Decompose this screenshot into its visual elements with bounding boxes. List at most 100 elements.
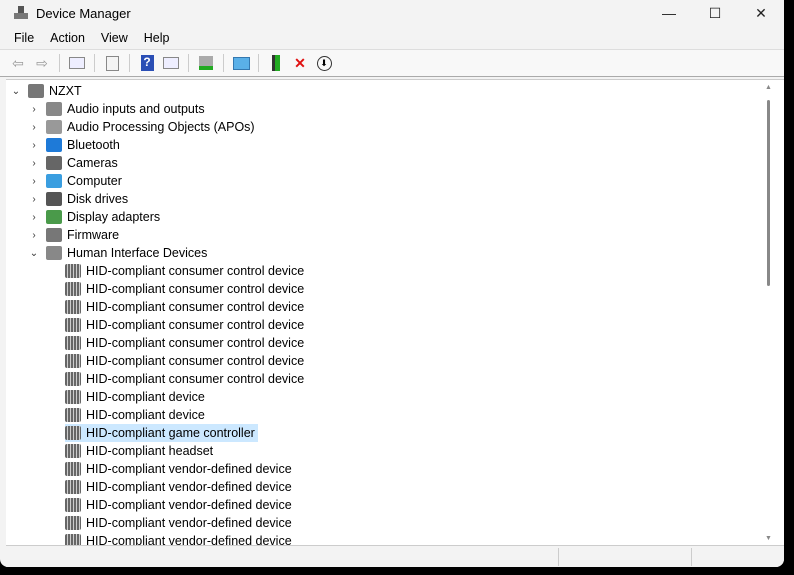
maximize-button[interactable]: ☐	[692, 0, 738, 26]
tree-category-firmware[interactable]: › Firmware	[28, 226, 119, 244]
tree-device-item[interactable]: HID-compliant vendor-defined device	[65, 496, 292, 514]
category-label: Computer	[67, 174, 122, 188]
hid-device-icon	[65, 372, 81, 386]
tree-device-item[interactable]: HID-compliant vendor-defined device	[65, 478, 292, 496]
hid-device-icon	[65, 300, 81, 314]
status-pane	[558, 548, 559, 566]
separator	[59, 54, 60, 72]
scan-hardware-button[interactable]	[231, 53, 251, 73]
hid-device-icon	[65, 390, 81, 404]
enable-device-icon	[272, 55, 280, 71]
menu-file[interactable]: File	[6, 31, 42, 45]
tree-device-item[interactable]: HID-compliant vendor-defined device	[65, 514, 292, 532]
disable-device-button[interactable]: ⬇	[314, 53, 334, 73]
tree-device-item[interactable]: HID-compliant consumer control device	[65, 298, 304, 316]
separator	[129, 54, 130, 72]
toolbar: ⇦ ⇨ ? ✕ ⬇	[0, 50, 784, 77]
properties-icon	[105, 55, 119, 71]
forward-button[interactable]: ⇨	[32, 53, 52, 73]
status-bar	[6, 545, 784, 567]
hid-device-icon	[65, 282, 81, 296]
tree-root[interactable]: ⌄ NZXT	[10, 82, 82, 100]
scrollbar-thumb[interactable]	[767, 100, 770, 286]
hid-device-icon	[65, 426, 81, 440]
firmware-icon	[46, 228, 62, 242]
tree-device-item[interactable]: HID-compliant device	[65, 406, 205, 424]
close-button[interactable]: ✕	[738, 0, 784, 26]
disk-drives-icon	[46, 192, 62, 206]
tree-device-item[interactable]: HID-compliant consumer control device	[65, 280, 304, 298]
chevron-right-icon[interactable]: ›	[28, 140, 40, 151]
tree-device-item[interactable]: HID-compliant device	[65, 388, 205, 406]
properties-button[interactable]	[102, 53, 122, 73]
tree-root-label: NZXT	[49, 84, 82, 98]
tree-device-item[interactable]: HID-compliant consumer control device	[65, 334, 304, 352]
tree-device-item[interactable]: HID-compliant consumer control device	[65, 352, 304, 370]
tree-device-item[interactable]: HID-compliant game controller	[65, 424, 258, 442]
tree-device-item[interactable]: HID-compliant consumer control device	[65, 316, 304, 334]
tree-device-item[interactable]: HID-compliant headset	[65, 442, 213, 460]
tree-category-display-adapters[interactable]: › Display adapters	[28, 208, 160, 226]
update-driver-button[interactable]	[196, 53, 216, 73]
tree-category-audio[interactable]: › Audio inputs and outputs	[28, 100, 205, 118]
action-pane-icon	[163, 57, 179, 69]
device-label: HID-compliant consumer control device	[86, 264, 305, 278]
hid-device-icon	[65, 354, 81, 368]
scroll-down-arrow[interactable]: ▼	[765, 535, 772, 542]
chevron-down-icon[interactable]: ⌄	[28, 248, 40, 259]
audio-icon	[46, 102, 62, 116]
chevron-right-icon[interactable]: ›	[28, 122, 40, 133]
tree-category-cameras[interactable]: › Cameras	[28, 154, 118, 172]
show-action-pane-button[interactable]	[161, 53, 181, 73]
device-label: HID-compliant vendor-defined device	[86, 534, 292, 545]
separator	[258, 54, 259, 72]
enable-device-button[interactable]	[266, 53, 286, 73]
minimize-button[interactable]: —	[646, 0, 692, 26]
chevron-right-icon[interactable]: ›	[28, 176, 40, 187]
device-label: HID-compliant consumer control device	[86, 354, 305, 368]
menu-view[interactable]: View	[93, 31, 136, 45]
tree-device-item[interactable]: HID-compliant consumer control device	[65, 262, 304, 280]
separator	[223, 54, 224, 72]
device-label: HID-compliant consumer control device	[86, 300, 305, 314]
tree-device-item[interactable]: HID-compliant consumer control device	[65, 370, 304, 388]
menu-action[interactable]: Action	[42, 31, 93, 45]
show-hide-console-tree-button[interactable]	[67, 53, 87, 73]
tree-category-bluetooth[interactable]: › Bluetooth	[28, 136, 120, 154]
tree-category-hid[interactable]: ⌄ Human Interface Devices	[28, 244, 207, 262]
hid-device-icon	[65, 516, 81, 530]
cameras-icon	[46, 156, 62, 170]
menu-bar: File Action View Help	[0, 26, 784, 50]
help-button[interactable]: ?	[137, 53, 157, 73]
chevron-right-icon[interactable]: ›	[28, 104, 40, 115]
category-label: Disk drives	[67, 192, 129, 206]
status-pane	[691, 548, 692, 566]
uninstall-device-button[interactable]: ✕	[290, 53, 310, 73]
back-button[interactable]: ⇦	[8, 53, 28, 73]
display-adapters-icon	[46, 210, 62, 224]
tree-category-disk-drives[interactable]: › Disk drives	[28, 190, 128, 208]
category-label: Audio Processing Objects (APOs)	[67, 120, 255, 134]
hid-device-icon	[65, 318, 81, 332]
device-label: HID-compliant device	[86, 408, 205, 422]
tree-category-computer[interactable]: › Computer	[28, 172, 122, 190]
hid-device-icon	[65, 480, 81, 494]
tree-device-item[interactable]: HID-compliant vendor-defined device	[65, 532, 292, 545]
vertical-scrollbar[interactable]: ▲ ▼	[762, 80, 776, 545]
category-label: Human Interface Devices	[67, 246, 208, 260]
computer-icon	[46, 174, 62, 188]
chevron-right-icon[interactable]: ›	[28, 158, 40, 169]
monitor-search-icon	[232, 56, 250, 70]
chevron-right-icon[interactable]: ›	[28, 230, 40, 241]
chevron-right-icon[interactable]: ›	[28, 194, 40, 205]
chevron-right-icon[interactable]: ›	[28, 212, 40, 223]
device-label: HID-compliant game controller	[86, 426, 255, 440]
tree-device-item[interactable]: HID-compliant vendor-defined device	[65, 460, 292, 478]
device-label: HID-compliant headset	[86, 444, 214, 458]
update-driver-icon	[199, 56, 213, 70]
tree-category-apo[interactable]: › Audio Processing Objects (APOs)	[28, 118, 255, 136]
hid-device-icon	[65, 336, 81, 350]
chevron-down-icon[interactable]: ⌄	[10, 86, 22, 97]
menu-help[interactable]: Help	[136, 31, 178, 45]
scroll-up-arrow[interactable]: ▲	[765, 84, 772, 91]
